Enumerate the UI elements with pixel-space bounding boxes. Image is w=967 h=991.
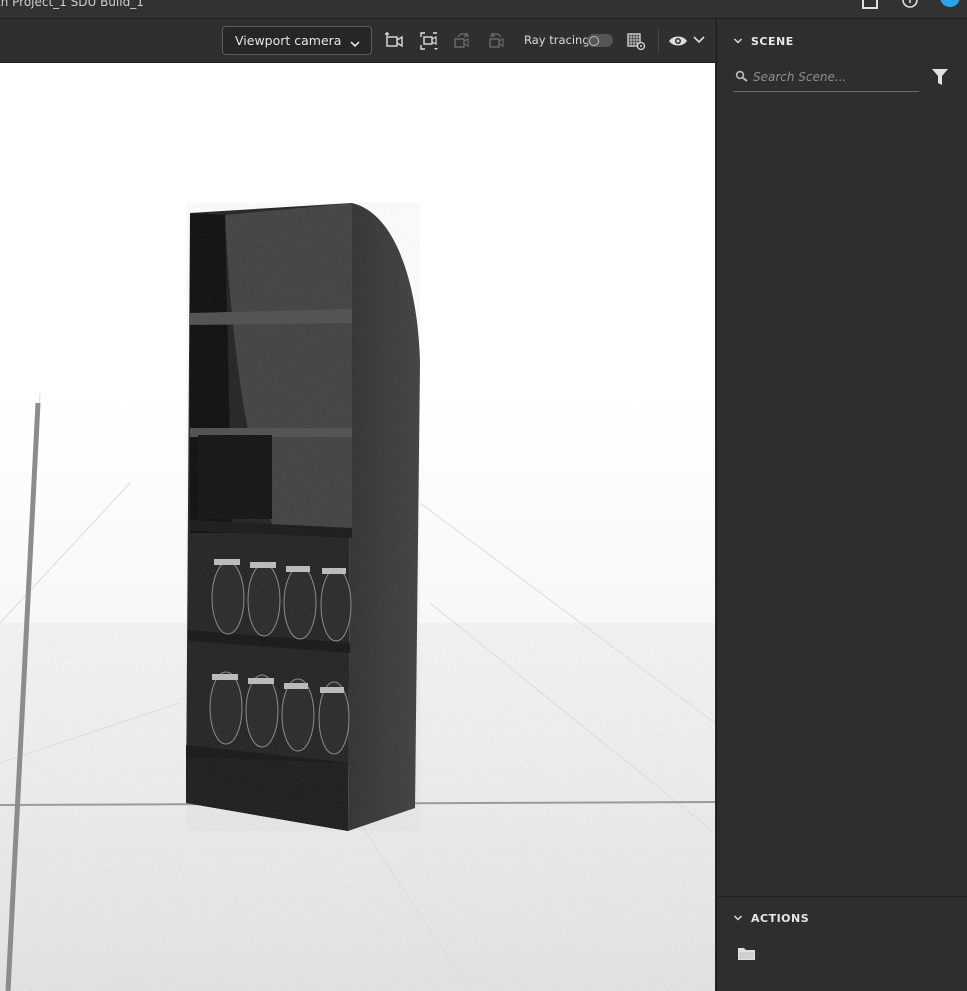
chevron-down-icon <box>733 913 743 926</box>
title-bar: th Project_1 SDU Build_1 <box>0 0 967 19</box>
search-icon <box>735 69 749 88</box>
actions-title: ACTIONS <box>751 912 810 925</box>
visibility-eye-icon[interactable] <box>668 31 688 51</box>
scene-search <box>733 65 919 92</box>
add-camera-icon[interactable] <box>384 31 404 51</box>
folder-icon[interactable] <box>738 946 756 965</box>
chevron-down-icon <box>733 36 743 49</box>
viewport-camera-select[interactable]: Viewport camera <box>222 26 372 55</box>
ray-tracing-toggle[interactable] <box>587 34 613 47</box>
actions-divider <box>717 896 967 897</box>
ray-tracing-label: Ray tracing <box>524 33 590 47</box>
avatar[interactable] <box>939 0 967 13</box>
actions-section-header[interactable]: ACTIONS <box>733 912 809 926</box>
window-title: th Project_1 SDU Build_1 <box>0 0 144 9</box>
render-settings-icon[interactable] <box>626 31 646 51</box>
camera-select-value: Viewport camera <box>235 33 342 48</box>
right-panel: SCENE ACTIONS <box>716 19 967 991</box>
undo-camera-icon[interactable] <box>452 31 472 51</box>
scene-search-input[interactable] <box>753 68 913 86</box>
3d-viewport[interactable] <box>0 63 715 991</box>
scene-title: SCENE <box>751 35 794 48</box>
toolbar-divider <box>658 29 659 53</box>
info-icon[interactable] <box>901 0 919 13</box>
chevron-down-icon <box>349 35 361 54</box>
toggle-knob <box>589 35 599 46</box>
window-square-icon[interactable] <box>861 0 879 13</box>
shelf-display-model <box>186 203 420 831</box>
scene-section-header[interactable]: SCENE <box>733 35 794 49</box>
viewport-toolbar: Viewport camera Ray tracing <box>0 19 715 63</box>
filter-icon[interactable] <box>932 68 948 90</box>
frame-camera-icon[interactable] <box>419 31 439 51</box>
redo-camera-icon[interactable] <box>487 31 507 51</box>
visibility-chevron-down-icon[interactable] <box>692 33 712 53</box>
